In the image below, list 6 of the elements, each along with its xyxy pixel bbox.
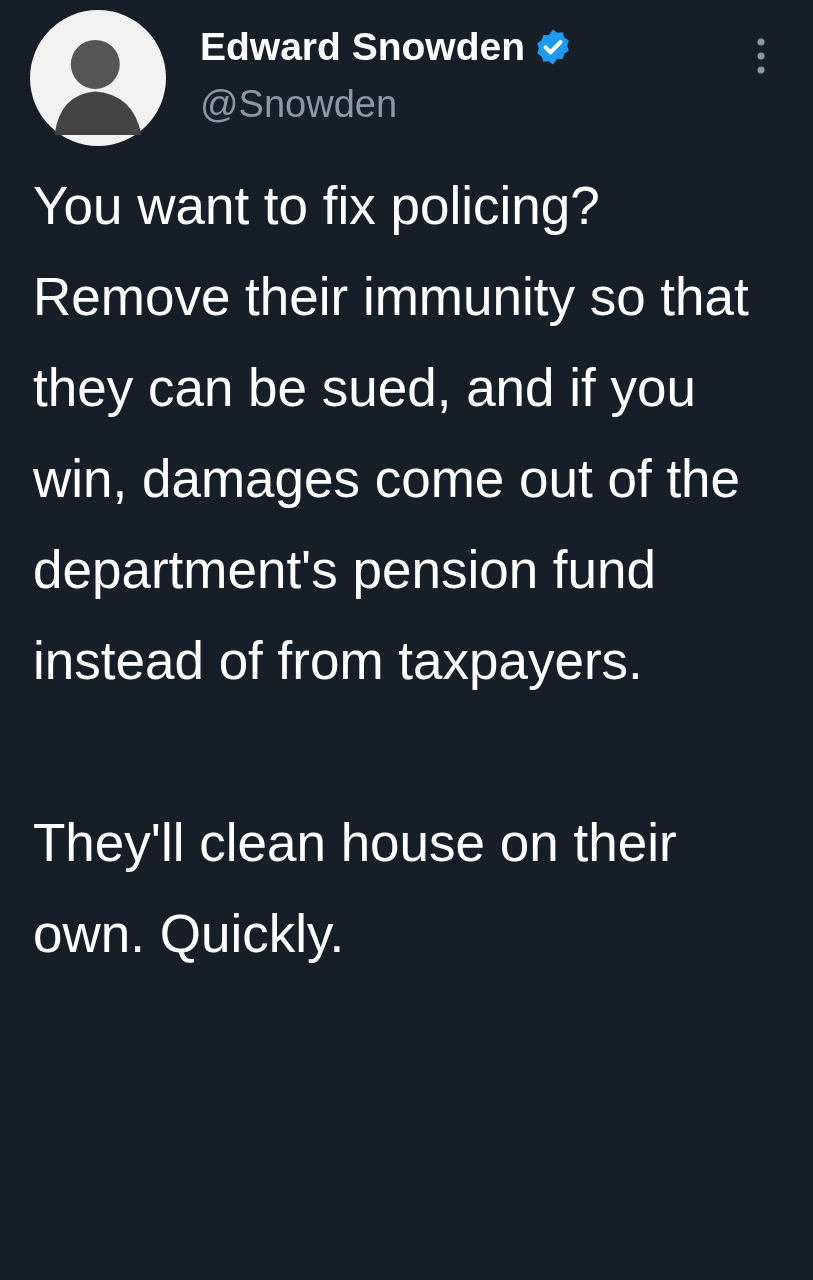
author-name[interactable]: Edward Snowden xyxy=(200,24,526,70)
more-options-icon[interactable] xyxy=(756,36,766,76)
tweet-text: You want to fix policing? Remove their immunity so that they can be sued, and if you win, damages come out of the department's pension fund instead of from taxpayers. xyxy=(33,175,750,692)
tweet-text: They'll clean house on their own. Quickly. xyxy=(33,812,678,965)
avatar-icon[interactable] xyxy=(30,10,166,146)
author-handle[interactable]: @Snowden xyxy=(200,80,756,128)
